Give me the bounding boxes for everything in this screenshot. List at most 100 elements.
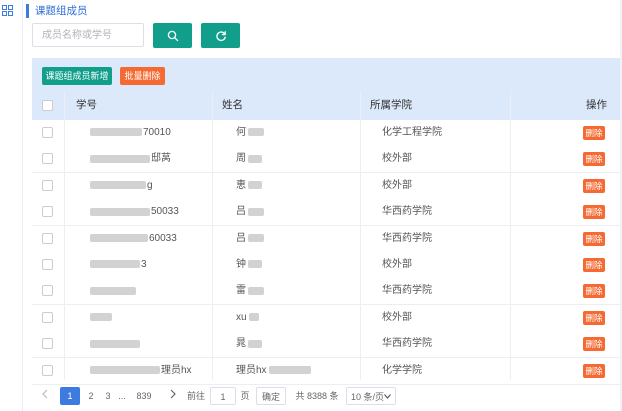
redacted-block [248, 313, 259, 322]
delete-button[interactable]: 删除 [583, 152, 605, 167]
row-checkbox[interactable] [42, 338, 53, 350]
member-name: 理员hx [236, 358, 312, 384]
member-name: 周 [236, 146, 263, 172]
redacted-block [90, 181, 146, 190]
member-name: 钟 [236, 252, 263, 278]
table-row: 70010 何 化学工程学院 删除 [32, 120, 622, 147]
table-row: g 恵 校外部 删除 [32, 172, 622, 200]
college: 华西药学院 [382, 206, 432, 218]
page-ellipsis[interactable]: ... [114, 387, 130, 405]
chevron-right-icon [170, 389, 176, 399]
redacted-block [248, 233, 264, 242]
search-input[interactable] [32, 23, 144, 47]
page-size-select[interactable]: 10 条/页 [346, 387, 396, 405]
redacted-block [268, 365, 311, 374]
delete-button[interactable]: 删除 [583, 363, 605, 378]
student-id [90, 278, 137, 304]
member-name: 何 [236, 120, 265, 146]
delete-button[interactable]: 删除 [583, 126, 605, 140]
page-3[interactable]: 3 [102, 387, 114, 405]
page-size-value: 10 条/页 [351, 392, 385, 402]
redacted-block [90, 339, 140, 348]
delete-button[interactable]: 删除 [583, 284, 605, 299]
total-count: 共 8388 条 [295, 391, 339, 401]
prev-page-button[interactable] [38, 387, 52, 405]
row-checkbox[interactable] [42, 259, 53, 270]
next-page-button[interactable] [166, 387, 180, 405]
college: 化学学院 [382, 364, 422, 376]
row-checkbox[interactable] [42, 285, 53, 297]
student-id [90, 305, 113, 331]
page-1[interactable]: 1 [60, 387, 80, 405]
table-row: 邸莴 周 校外部 删除 [32, 146, 622, 174]
header-action: 操作 [586, 99, 607, 111]
batch-delete-button[interactable]: 批量删除 [120, 67, 165, 85]
redacted-block [248, 286, 264, 295]
student-id: 60033 [90, 226, 177, 252]
row-checkbox[interactable] [42, 232, 53, 244]
delete-button[interactable]: 删除 [583, 258, 605, 272]
delete-button[interactable]: 删除 [583, 178, 605, 193]
row-checkbox[interactable] [42, 179, 53, 191]
header-id: 学号 [76, 99, 97, 111]
table-row: 雷 华西药学院 删除 [32, 278, 622, 306]
redacted-block [248, 207, 264, 216]
student-id: 理员hx [90, 358, 192, 384]
college: 化学工程学院 [382, 127, 442, 138]
refresh-button[interactable] [201, 23, 240, 48]
student-id [90, 331, 141, 357]
column-divider [360, 90, 361, 380]
confirm-button[interactable]: 确定 [256, 387, 286, 405]
table-row: 理员hx 理员hx 化学学院 删除 [32, 357, 622, 385]
delete-button[interactable]: 删除 [583, 310, 605, 325]
search-button[interactable] [153, 23, 192, 48]
row-checkbox[interactable] [42, 364, 53, 376]
row-checkbox[interactable] [42, 153, 53, 165]
column-divider [212, 90, 213, 380]
student-id: 3 [90, 252, 147, 278]
college: 华西药学院 [382, 285, 432, 297]
redacted-block [248, 181, 262, 190]
redacted-block [90, 260, 140, 269]
goto-label: 前往 [186, 391, 205, 401]
redacted-block [90, 313, 112, 322]
delete-button[interactable]: 删除 [583, 205, 605, 220]
search-icon [167, 30, 178, 41]
main-content: 课题组成员 课题组成员新增 批量删除 学号 姓名 所属学院 操作 70010 何… [22, 0, 622, 411]
chevron-left-icon [42, 389, 48, 399]
member-name: 吕 [236, 226, 265, 252]
add-member-button[interactable]: 课题组成员新增 [42, 67, 112, 85]
redacted-block [248, 154, 262, 163]
college: 校外部 [382, 153, 412, 165]
redacted-block [248, 128, 264, 137]
row-checkbox[interactable] [42, 311, 53, 323]
page-last[interactable]: 839 [132, 387, 156, 405]
member-name: 雷 [236, 278, 265, 304]
grid-menu-icon[interactable] [2, 5, 13, 16]
select-all-checkbox[interactable] [42, 100, 53, 111]
redacted-block [90, 128, 142, 137]
student-id: 50033 [90, 199, 179, 225]
college: 华西药学院 [382, 232, 432, 244]
table-header: 学号 姓名 所属学院 操作 [32, 90, 622, 121]
row-checkbox[interactable] [42, 206, 53, 218]
page-2[interactable]: 2 [82, 387, 100, 405]
college: 华西药学院 [382, 338, 432, 350]
college: 校外部 [382, 259, 412, 270]
student-id: g [90, 173, 153, 199]
section-title: 课题组成员 [26, 4, 88, 18]
college: 校外部 [382, 311, 412, 323]
header-name: 姓名 [222, 99, 243, 111]
redacted-block [248, 339, 262, 348]
redacted-block [90, 286, 136, 295]
row-checkbox[interactable] [42, 127, 53, 138]
delete-button[interactable]: 删除 [583, 337, 605, 352]
member-name: 恵 [236, 173, 263, 199]
delete-button[interactable]: 删除 [583, 231, 605, 246]
goto-page-input[interactable]: 1 [210, 387, 236, 405]
redacted-block [90, 365, 160, 374]
redacted-block [90, 233, 148, 242]
student-id: 邸莴 [90, 146, 171, 172]
member-name: 晁 [236, 331, 263, 357]
student-id: 70010 [90, 120, 171, 146]
